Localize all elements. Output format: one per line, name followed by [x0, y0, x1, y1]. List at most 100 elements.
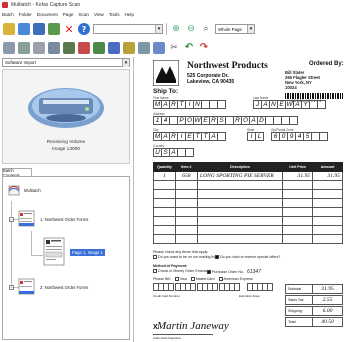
char-box [317, 100, 326, 109]
menu-scan[interactable]: Scan [78, 12, 88, 17]
zoom-out-icon[interactable]: ⊖ [185, 23, 197, 35]
table-cell [153, 198, 176, 208]
table-cell [174, 216, 198, 226]
table-header: Unit Price [282, 162, 314, 172]
expiration-label: Expiration Date [239, 294, 260, 298]
save-batch-icon[interactable] [33, 23, 45, 35]
table-cell [153, 225, 176, 235]
scan-status-panel: Receiving Volume Image 13000 [2, 69, 130, 164]
tab-batch-contents[interactable]: Batch Contents [2, 168, 32, 178]
table-cell [282, 180, 314, 190]
tree-label-doc2: 2: Northwest Order Forms [40, 284, 89, 290]
table-cell: 658 [174, 171, 198, 181]
scan-page-icon[interactable] [18, 41, 30, 54]
scan-batch-icon[interactable] [33, 41, 45, 54]
replace-icon[interactable] [93, 41, 105, 54]
menu-help[interactable]: Help [125, 12, 134, 17]
mastercard-label: MasterCard [195, 277, 215, 281]
reject-icon[interactable] [78, 41, 90, 54]
table-row [153, 198, 343, 208]
table-header: Description [196, 162, 284, 172]
zoom-combo[interactable]: Whole Page ▾ [215, 24, 255, 34]
insert-icon[interactable] [108, 41, 120, 54]
app-icon [2, 2, 8, 8]
table-cell [196, 180, 284, 190]
totals-value: 40.50 [313, 317, 343, 327]
page-combo[interactable]: ▾ [93, 24, 163, 34]
table-cell [196, 189, 284, 199]
signature-line [153, 334, 213, 335]
new-batch-icon[interactable] [3, 23, 15, 35]
purchase-order-option: Purchase Order No. 61347 [207, 269, 261, 275]
totals-label: Subtotal [285, 284, 313, 294]
table-cell [174, 234, 198, 244]
tree-item-doc2[interactable]: 2: Northwest Order Forms [17, 277, 88, 297]
totals-row: Subtotal 31.95 [285, 284, 343, 294]
totals-box: Subtotal 31.95 Sales Tax 2.55 Shipping 6.00 To… [285, 284, 343, 328]
expand-toggle[interactable]: − [9, 217, 14, 222]
expand-toggle[interactable]: + [9, 285, 14, 290]
table-row [153, 225, 343, 235]
tree-item-batch[interactable]: Multiatch [7, 183, 41, 197]
char-box [185, 148, 194, 157]
left-panel: Software Import ▾ Receiving Volume Image… [0, 57, 134, 342]
table-cell [312, 207, 343, 217]
ordered-by-line: 10024 [285, 85, 297, 90]
title-bar: Multiatch - Kofax Capture Scan [0, 0, 356, 10]
table-cell [312, 225, 343, 235]
help-icon[interactable]: ? [78, 23, 90, 35]
batch-icon [8, 185, 20, 196]
tree-line [31, 231, 32, 255]
rotate-icon[interactable] [63, 41, 75, 54]
card-number-label: Credit Card Number [153, 294, 180, 298]
redo-icon[interactable]: ↷ [198, 42, 210, 54]
input-source-select[interactable]: Software Import ▾ [2, 58, 130, 67]
toolbar-separator [166, 23, 167, 35]
close-batch-icon[interactable] [48, 23, 60, 35]
tree-item-doc1[interactable]: 1: Northwest Order Forms [17, 209, 88, 229]
menu-batch[interactable]: Batch [2, 12, 14, 17]
totals-value: 6.00 [313, 306, 343, 316]
menu-view[interactable]: View [94, 12, 104, 17]
tree-line [11, 201, 12, 289]
totals-label: Sales Tax [285, 295, 313, 305]
menu-page[interactable]: Page [63, 12, 74, 17]
table-cell [153, 189, 176, 199]
merge-icon[interactable] [138, 41, 150, 54]
scanner-icon [28, 88, 104, 128]
tree-item-page1[interactable]: Page 1, Image 1 [43, 237, 105, 267]
table-cell [282, 225, 314, 235]
table-row [153, 180, 343, 190]
char-box [190, 283, 196, 291]
document-icon [18, 210, 35, 227]
document-icon [18, 278, 35, 295]
delete-icon[interactable]: ✕ [63, 23, 75, 36]
stop-scan-icon[interactable] [48, 41, 60, 54]
purchase-order-label: Purchase Order No. [212, 270, 244, 274]
scan-icon[interactable] [3, 41, 15, 54]
totals-row: Sales Tax 2.55 [285, 295, 343, 305]
menu-bar: Batch Folder Document Page Scan View Too… [0, 10, 356, 19]
split-icon[interactable] [123, 41, 135, 54]
scissors-icon[interactable]: ✂ [168, 42, 180, 54]
table-cell [153, 207, 176, 217]
menu-tools[interactable]: Tools [109, 12, 120, 17]
undo-icon[interactable]: ↶ [183, 42, 195, 54]
please-bill-option: Please Bill: Visa MasterCard American Ex… [153, 277, 253, 282]
last-name-boxes: JANEWAY [253, 100, 326, 109]
zoom-in-icon[interactable]: ⊕ [170, 23, 182, 35]
zoom-icon[interactable]: ⌕ [200, 23, 212, 35]
ordered-by-heading: Ordered By: [309, 61, 344, 67]
char-box [168, 283, 174, 291]
mastercard-checkbox [190, 277, 195, 282]
mailing-list-label: Do you want to be on our mailing list? [158, 255, 218, 259]
check-money-order-option: Check or Money Order Enclosed [153, 269, 210, 274]
menu-folder[interactable]: Folder [19, 12, 32, 17]
menu-document[interactable]: Document [37, 12, 58, 17]
char-box [267, 283, 273, 291]
attach-icon[interactable] [153, 41, 165, 54]
open-batch-icon[interactable] [18, 23, 30, 35]
totals-value: 31.95 [313, 284, 343, 294]
special-offers-label: Do you wish to receive special offers? [220, 255, 281, 259]
amex-checkbox [218, 277, 223, 282]
